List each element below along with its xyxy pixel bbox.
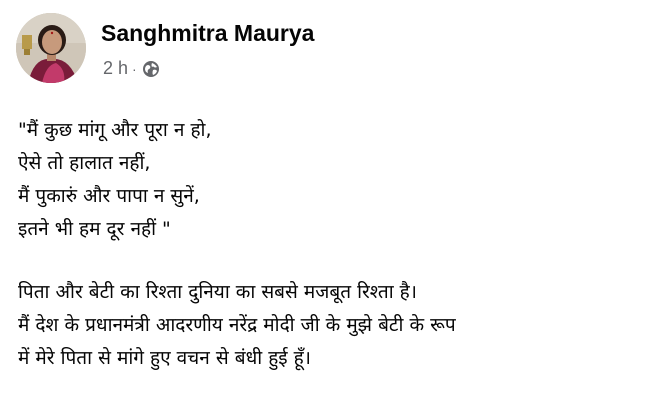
post-body: "मैं कुछ मांगू और पूरा न हो, ऐसे तो हाला… [18, 114, 643, 375]
post-meta: 2 h · [103, 58, 160, 79]
profile-avatar[interactable] [16, 13, 86, 83]
poem-line-2: ऐसे तो हालात नहीं, [18, 152, 151, 174]
meta-separator: · [132, 60, 137, 77]
author-name-link[interactable]: Sanghmitra Maurya [101, 20, 314, 47]
facebook-post: Sanghmitra Maurya 2 h · "मैं कुछ मांगू औ… [0, 0, 650, 410]
paragraph-line-3: में मेरे पिता से मांगे हुए वचन से बंधी ह… [18, 347, 311, 369]
post-timestamp[interactable]: 2 h [103, 58, 128, 79]
poem-line-4: इतने भी हम दूर नहीं " [18, 218, 171, 240]
globe-icon[interactable] [142, 60, 160, 78]
avatar-photo [16, 13, 86, 83]
paragraph-line-2: मैं देश के प्रधानमंत्री आदरणीय नरेंद्र म… [18, 314, 456, 336]
poem-line-3: मैं पुकारुं और पापा न सुनें, [18, 185, 200, 207]
poem-line-1: "मैं कुछ मांगू और पूरा न हो, [18, 119, 212, 141]
paragraph-line-1: पिता और बेटी का रिश्ता दुनिया का सबसे मज… [18, 281, 417, 303]
